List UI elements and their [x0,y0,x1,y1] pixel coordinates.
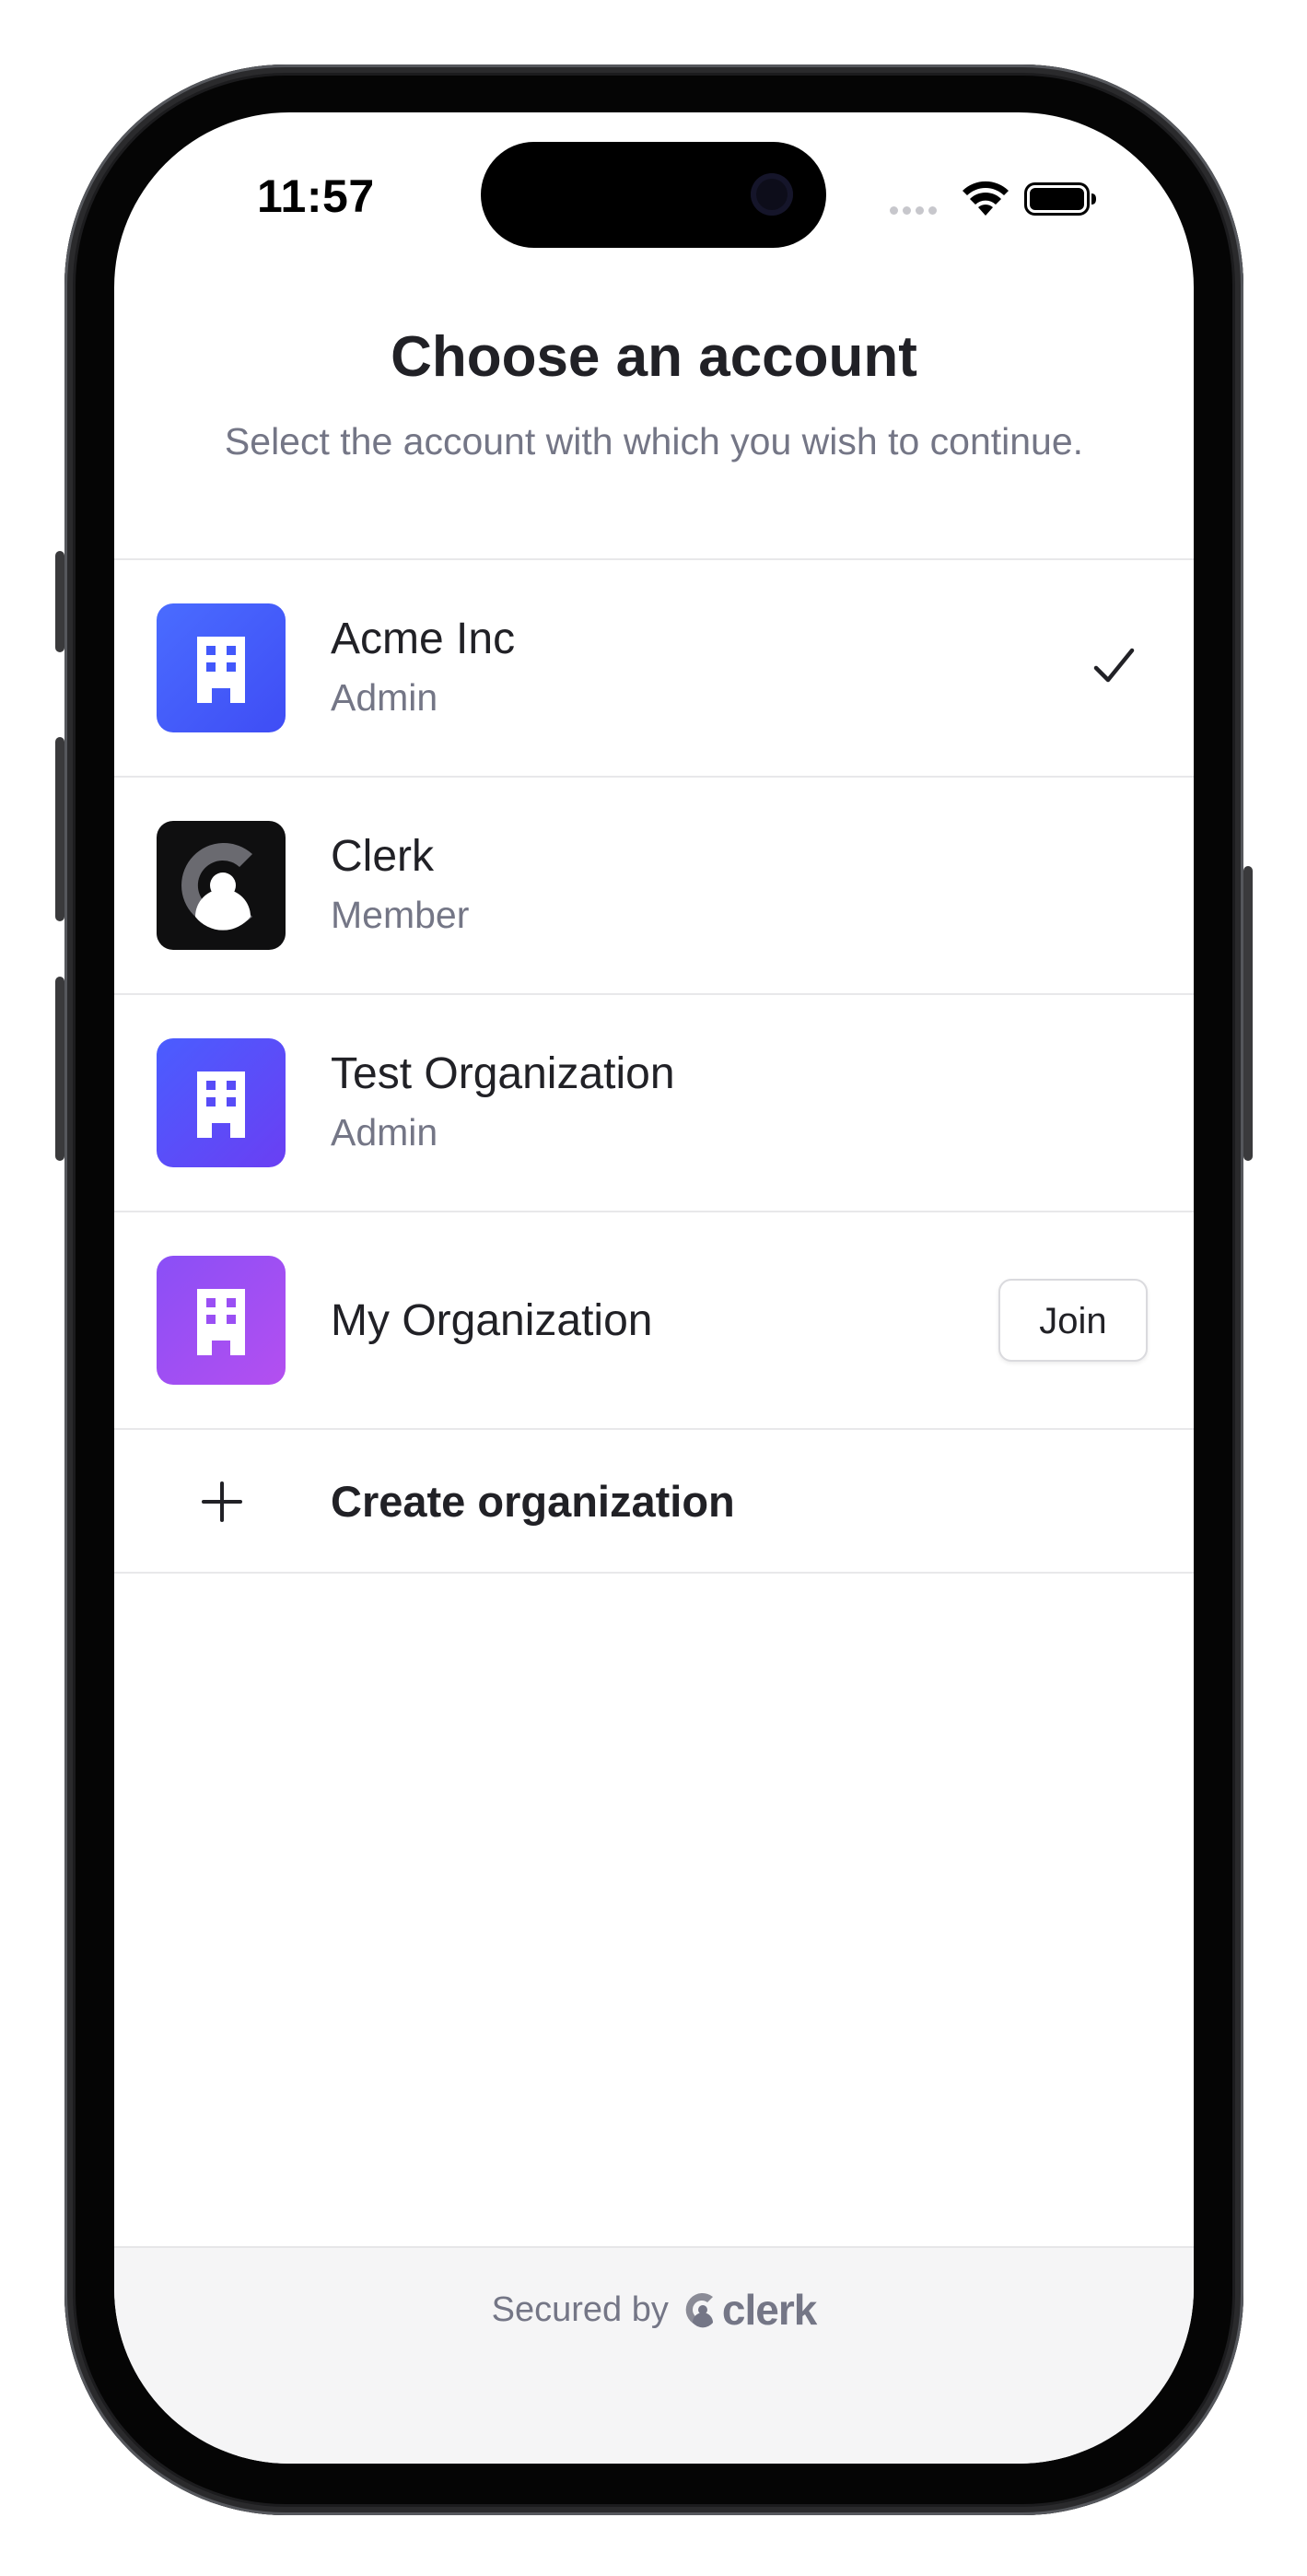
account-row-test-organization[interactable]: Test Organization Admin [114,995,1194,1211]
page-title: Choose an account [391,325,917,389]
phone-screen: 11:57 Choose an account Select the accou… [114,112,1194,2464]
create-organization-label: Create organization [331,1477,735,1526]
clerk-brand-link[interactable]: clerk [682,2285,817,2335]
clerk-logo-icon [157,821,286,950]
create-organization-button[interactable]: Create organization [114,1430,1194,1572]
divider [114,1572,1194,1574]
action-button [55,551,64,652]
plus-icon [202,1481,242,1522]
building-icon [157,1038,286,1167]
account-row-acme-inc[interactable]: Acme Inc Admin [114,560,1194,776]
account-avatar [157,1038,286,1167]
account-role: Admin [331,676,438,719]
account-row-my-organization[interactable]: My Organization Join [114,1212,1194,1428]
account-row-clerk[interactable]: Clerk Member [114,778,1194,993]
secured-by-label: Secured by [491,2289,669,2329]
checkmark-icon [1093,648,1135,683]
account-name: Clerk [331,832,435,881]
clerk-logo-icon [685,2293,713,2328]
account-role: Member [331,894,470,936]
cellular-signal-icon [890,206,937,215]
battery-icon [1024,182,1096,216]
dynamic-island [481,142,826,248]
volume-up-button [55,737,64,921]
page-subtitle: Select the account with which you wish t… [224,420,1084,463]
account-name: Test Organization [331,1049,675,1098]
footer: Secured by clerk [114,2246,1194,2464]
volume-down-button [55,977,64,1161]
account-role: Admin [331,1111,438,1153]
building-icon [157,1256,286,1385]
account-name: My Organization [331,1296,653,1345]
status-time: 11:57 [257,170,375,222]
join-button[interactable]: Join [998,1279,1148,1362]
account-name: Acme Inc [331,615,516,663]
account-avatar [157,821,286,950]
power-button [1243,866,1253,1161]
building-icon [157,603,286,732]
front-camera [751,173,793,216]
wifi-icon [963,181,1009,216]
account-avatar [157,1256,286,1385]
account-avatar [157,603,286,732]
clerk-wordmark: clerk [721,2286,817,2334]
